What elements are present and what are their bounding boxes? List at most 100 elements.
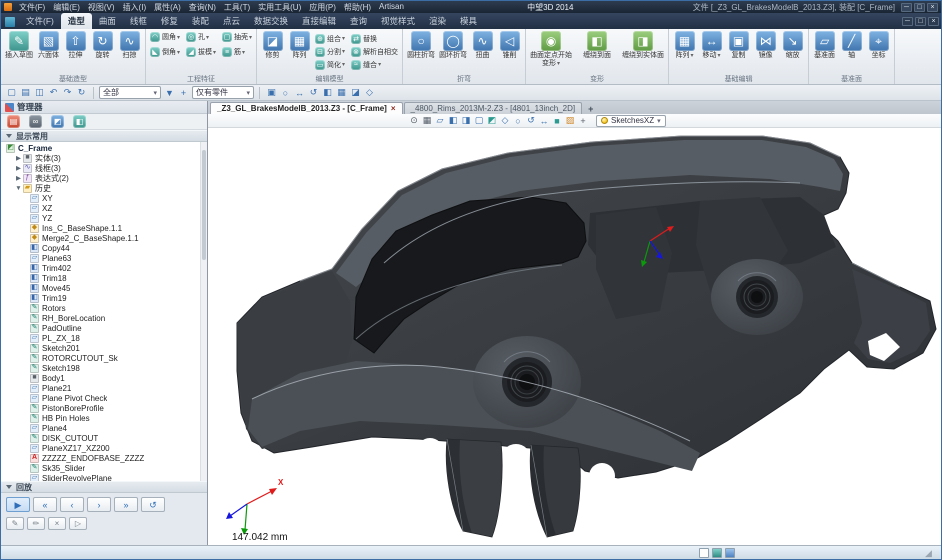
document-tab[interactable]: _Z3_GL_BrakesModelB_2013.Z3 - [C_Frame] … bbox=[210, 102, 403, 114]
tab-close-icon[interactable]: × bbox=[391, 104, 396, 113]
ribbon-button[interactable]: ∿ 扫掠 bbox=[116, 30, 143, 61]
manager-tab-icon[interactable]: ∞ bbox=[29, 115, 42, 128]
view-toolbar-icon[interactable]: ▢ bbox=[473, 115, 485, 127]
tree-item[interactable]: Sk35_Slider bbox=[1, 463, 207, 473]
tree-item[interactable]: ZZZZZ_ENDOFBASE_ZZZZ bbox=[1, 453, 207, 463]
tree-filter-bar[interactable]: 显示常用 bbox=[1, 130, 207, 142]
toolbar-icon[interactable]: ↷ bbox=[61, 86, 74, 99]
toolbar-icon[interactable]: ▣ bbox=[265, 86, 278, 99]
view-toolbar-icon[interactable]: ◧ bbox=[447, 115, 459, 127]
toolbar-icon[interactable]: ▼ bbox=[163, 86, 176, 99]
ribbon-button[interactable]: ∿ 扭曲 bbox=[469, 30, 496, 61]
view-toolbar-icon[interactable]: ◇ bbox=[499, 115, 511, 127]
toolbar-icon[interactable]: ▤ bbox=[19, 86, 32, 99]
tree-item[interactable]: Copy44 bbox=[1, 243, 207, 253]
tree-item[interactable]: Trim402 bbox=[1, 263, 207, 273]
tree-expander[interactable]: ▶ bbox=[14, 174, 23, 182]
ribbon-small-button[interactable]: ≡ 筋 bbox=[220, 47, 254, 57]
model-3d-view[interactable] bbox=[208, 128, 942, 547]
window-control-button[interactable]: □ bbox=[914, 3, 925, 12]
menu-item[interactable]: 文件(F) bbox=[15, 2, 49, 13]
window-control-button[interactable]: × bbox=[927, 3, 938, 12]
view-toolbar-icon[interactable]: ○ bbox=[512, 115, 524, 127]
toolbar-icon[interactable]: ◪ bbox=[349, 86, 362, 99]
doc-window-control-button[interactable]: ─ bbox=[902, 17, 913, 26]
ribbon-small-button[interactable]: ≈ 缝合 bbox=[349, 58, 400, 71]
tree-item[interactable]: PistonBoreProfile bbox=[1, 403, 207, 413]
tree-item[interactable]: RH_BoreLocation bbox=[1, 313, 207, 323]
view-toolbar-icon[interactable]: ⊙ bbox=[408, 115, 420, 127]
ribbon-button[interactable]: ◯ 圆环折弯 bbox=[437, 30, 469, 61]
playback-button[interactable]: ▶ bbox=[6, 497, 30, 512]
toolbar-icon[interactable]: ▦ bbox=[335, 86, 348, 99]
tree-item[interactable]: ROTORCUTOUT_Sk bbox=[1, 353, 207, 363]
playback-button[interactable]: ‹ bbox=[60, 497, 84, 512]
playback-button[interactable]: › bbox=[87, 497, 111, 512]
display-filter-dropdown[interactable]: 全部 bbox=[99, 86, 161, 99]
view-toolbar-icon[interactable]: ▱ bbox=[434, 115, 446, 127]
toolbar-icon[interactable]: ↻ bbox=[75, 86, 88, 99]
playback-header[interactable]: 回放 bbox=[1, 481, 207, 493]
ribbon-button[interactable]: ◨ 缠绕到实体面 bbox=[620, 30, 666, 61]
ribbon-button[interactable]: ◧ 缠绕到面 bbox=[574, 30, 620, 61]
view-toolbar-icon[interactable]: ↔ bbox=[538, 115, 550, 127]
sketch-list-dropdown[interactable]: SketchesXZ bbox=[596, 115, 666, 127]
ribbon-button[interactable]: ↔ 移动 bbox=[698, 30, 725, 61]
menu-item[interactable]: 插入(I) bbox=[119, 2, 151, 13]
view-toolbar-icon[interactable]: ◩ bbox=[486, 115, 498, 127]
tree-item[interactable]: YZ bbox=[1, 213, 207, 223]
ribbon-tab[interactable]: 渲染 bbox=[422, 13, 453, 29]
tree-item[interactable]: HB Pin Holes bbox=[1, 413, 207, 423]
ribbon-button[interactable]: ▦ 阵列 bbox=[671, 30, 698, 61]
ribbon-tab[interactable]: 装配 bbox=[185, 13, 216, 29]
tree-item[interactable]: Plane Pivot Check bbox=[1, 393, 207, 403]
view-toolbar-icon[interactable]: ◨ bbox=[460, 115, 472, 127]
ribbon-button[interactable]: ◁ 锥削 bbox=[496, 30, 523, 61]
ribbon-button[interactable]: ✎ 插入草图 bbox=[3, 30, 35, 61]
view-toolbar-icon[interactable]: + bbox=[577, 115, 589, 127]
scrollbar-thumb[interactable] bbox=[202, 150, 206, 260]
tree-item[interactable]: ▶ 表达式(2) bbox=[1, 173, 207, 183]
ribbon-button[interactable]: ▧ 六面体 bbox=[35, 30, 62, 61]
ribbon-small-button[interactable]: ⊗ 解析自相交 bbox=[349, 45, 400, 58]
window-control-button[interactable]: ─ bbox=[901, 3, 912, 12]
ribbon-button[interactable]: ▱ 基准面 bbox=[811, 30, 838, 61]
tree-item[interactable]: Sketch201 bbox=[1, 343, 207, 353]
ribbon-small-button[interactable]: ⊟ 分割 bbox=[313, 45, 347, 58]
menu-item[interactable]: 编辑(E) bbox=[49, 2, 84, 13]
ribbon-button[interactable]: ◪ 修剪 bbox=[259, 30, 286, 61]
manager-tab-icon[interactable]: ◧ bbox=[73, 115, 86, 128]
ribbon-tab[interactable]: 数据交换 bbox=[247, 13, 295, 29]
menu-item[interactable]: 视图(V) bbox=[84, 2, 119, 13]
toolbar-icon[interactable]: ○ bbox=[279, 86, 292, 99]
tree-item[interactable]: Plane4 bbox=[1, 423, 207, 433]
menu-item[interactable]: 应用(P) bbox=[305, 2, 340, 13]
playback-button[interactable]: « bbox=[33, 497, 57, 512]
ribbon-small-button[interactable]: ⊕ 组合 bbox=[313, 32, 347, 45]
ribbon-small-button[interactable]: ◢ 拔模 bbox=[184, 47, 218, 57]
ribbon-button[interactable]: ⇧ 拉伸 bbox=[62, 30, 89, 61]
tree-item[interactable]: Body1 bbox=[1, 373, 207, 383]
ribbon-tab[interactable]: 修复 bbox=[154, 13, 185, 29]
menu-item[interactable]: 属性(A) bbox=[150, 2, 185, 13]
manager-tab-icon[interactable]: ▤ bbox=[7, 115, 20, 128]
ribbon-small-button[interactable]: ⇄ 替换 bbox=[349, 32, 400, 45]
tree-item[interactable]: ▶ 实体(3) bbox=[1, 153, 207, 163]
tree-item[interactable]: DISK_CUTOUT bbox=[1, 433, 207, 443]
toolbar-icon[interactable]: ◇ bbox=[363, 86, 376, 99]
ribbon-small-button[interactable]: ◣ 倒角 bbox=[148, 47, 182, 57]
tree-item[interactable]: PlaneXZ17_XZ200 bbox=[1, 443, 207, 453]
ribbon-tab[interactable]: 曲面 bbox=[92, 13, 123, 29]
ribbon-tab[interactable]: 查询 bbox=[343, 13, 374, 29]
manager-tab-icon[interactable]: ◩ bbox=[51, 115, 64, 128]
statusbar-icon[interactable] bbox=[712, 548, 722, 558]
tree-item[interactable]: PadOutline bbox=[1, 323, 207, 333]
document-tab[interactable]: _4800_Rims_2013M-2.Z3 - [4801_13inch_2D] bbox=[404, 102, 583, 114]
tree-item[interactable]: Merge2_C_BaseShape.1.1 bbox=[1, 233, 207, 243]
resize-grip[interactable]: ◢ bbox=[925, 548, 935, 558]
tree-scrollbar[interactable] bbox=[200, 142, 207, 481]
ribbon-tab[interactable]: 模具 bbox=[453, 13, 484, 29]
tree-item[interactable]: Ins_C_BaseShape.1.1 bbox=[1, 223, 207, 233]
doc-window-control-button[interactable]: □ bbox=[915, 17, 926, 26]
tree-item[interactable]: XY bbox=[1, 193, 207, 203]
